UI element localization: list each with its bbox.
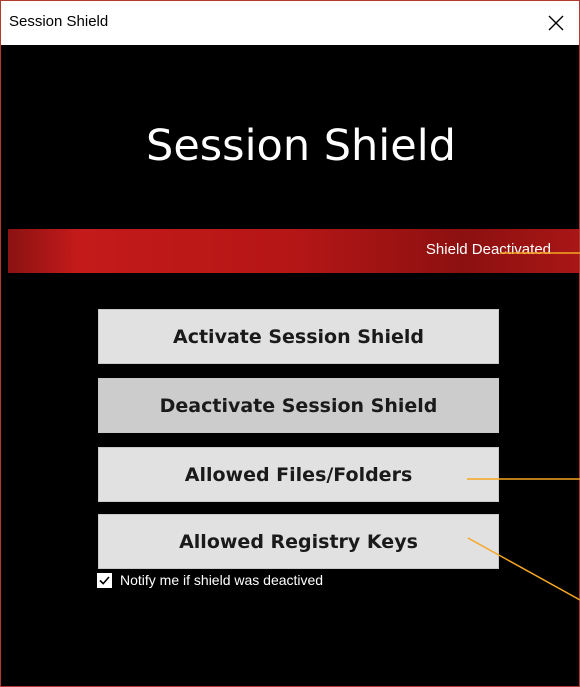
activate-button[interactable]: Activate Session Shield: [98, 309, 499, 364]
close-button[interactable]: [533, 1, 579, 45]
window-title: Session Shield: [9, 13, 109, 30]
status-text: Shield Deactivated: [425, 241, 551, 258]
notify-checkbox[interactable]: [97, 572, 112, 588]
notify-option[interactable]: Notify me if shield was deactived: [97, 572, 323, 588]
allowed-registry-button[interactable]: Allowed Registry Keys: [98, 514, 499, 569]
notify-label: Notify me if shield was deactived: [120, 572, 324, 588]
status-bar: Shield Deactivated: [8, 229, 579, 273]
app-heading: Session Shield: [146, 121, 456, 171]
deactivate-button[interactable]: Deactivate Session Shield: [98, 378, 499, 433]
allowed-files-button[interactable]: Allowed Files/Folders: [98, 447, 499, 502]
app-window: Session Shield Session Shield Shield Dea…: [0, 0, 580, 687]
checkmark-icon: [99, 575, 110, 585]
close-icon: [548, 15, 564, 31]
title-bar: Session Shield: [1, 1, 579, 45]
